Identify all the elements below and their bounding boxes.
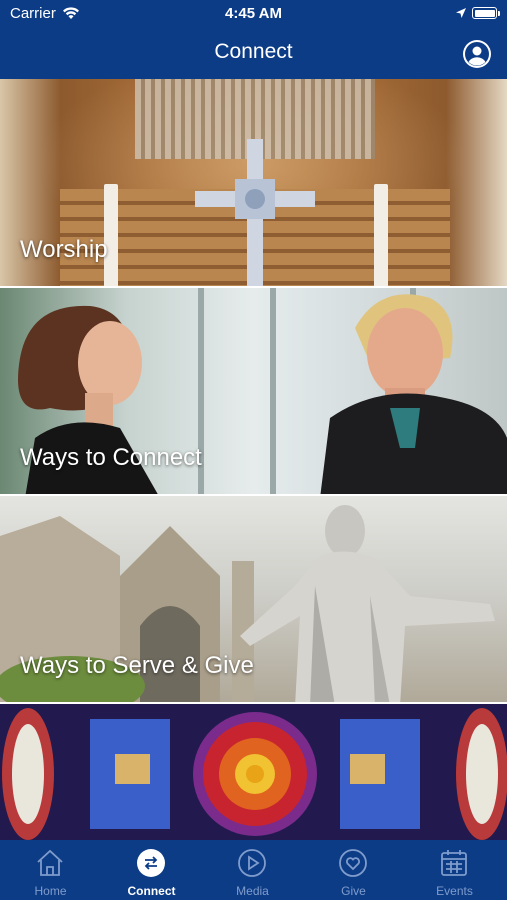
tab-give[interactable]: Give: [303, 840, 404, 900]
tile-worship[interactable]: Worship: [0, 79, 507, 288]
calendar-icon: [441, 850, 467, 876]
tile-label: Worship: [20, 236, 108, 263]
connect-arrows-icon: [137, 849, 165, 877]
tab-label: Events: [436, 884, 473, 898]
tab-bar: Home Connect Media Give Events: [0, 840, 507, 900]
home-icon: [37, 849, 63, 876]
location-arrow-icon: [456, 8, 466, 18]
tab-label: Connect: [127, 884, 176, 898]
nav-bar: Connect: [0, 28, 507, 78]
tab-connect[interactable]: Connect: [101, 840, 202, 900]
tab-label: Media: [236, 884, 269, 898]
heart-icon: [339, 849, 367, 877]
tile-label: Ways to Serve & Give: [20, 652, 254, 679]
tab-events[interactable]: Events: [404, 840, 505, 900]
profile-icon: [465, 42, 489, 66]
page-title: Connect: [214, 40, 293, 63]
window-frame: [270, 288, 276, 494]
tab-home[interactable]: Home: [0, 840, 101, 900]
status-bar: Carrier 4:45 AM: [0, 0, 507, 28]
tile-ways-to-serve-give[interactable]: Ways to Serve & Give: [0, 496, 507, 704]
clock: 4:45 AM: [225, 5, 282, 22]
play-icon: [238, 849, 266, 877]
tab-label: Home: [34, 884, 67, 898]
stained-glass-image: [0, 704, 507, 844]
connect-tiles: Worship Ways to Connect Ways to Serve & …: [0, 79, 507, 844]
christ-statue-photo: [240, 505, 495, 702]
tile-ways-to-connect[interactable]: Ways to Connect: [0, 288, 507, 496]
altar-cross-image: [195, 139, 315, 286]
tab-label: Give: [341, 884, 366, 898]
battery-icon: [472, 7, 500, 19]
candle-right-image: [374, 184, 388, 286]
tile-stained-glass[interactable]: [0, 704, 507, 844]
woman-right-photo: [320, 294, 507, 494]
profile-button[interactable]: [463, 40, 491, 68]
tab-media[interactable]: Media: [202, 840, 303, 900]
tile-label: Ways to Connect: [20, 444, 202, 471]
